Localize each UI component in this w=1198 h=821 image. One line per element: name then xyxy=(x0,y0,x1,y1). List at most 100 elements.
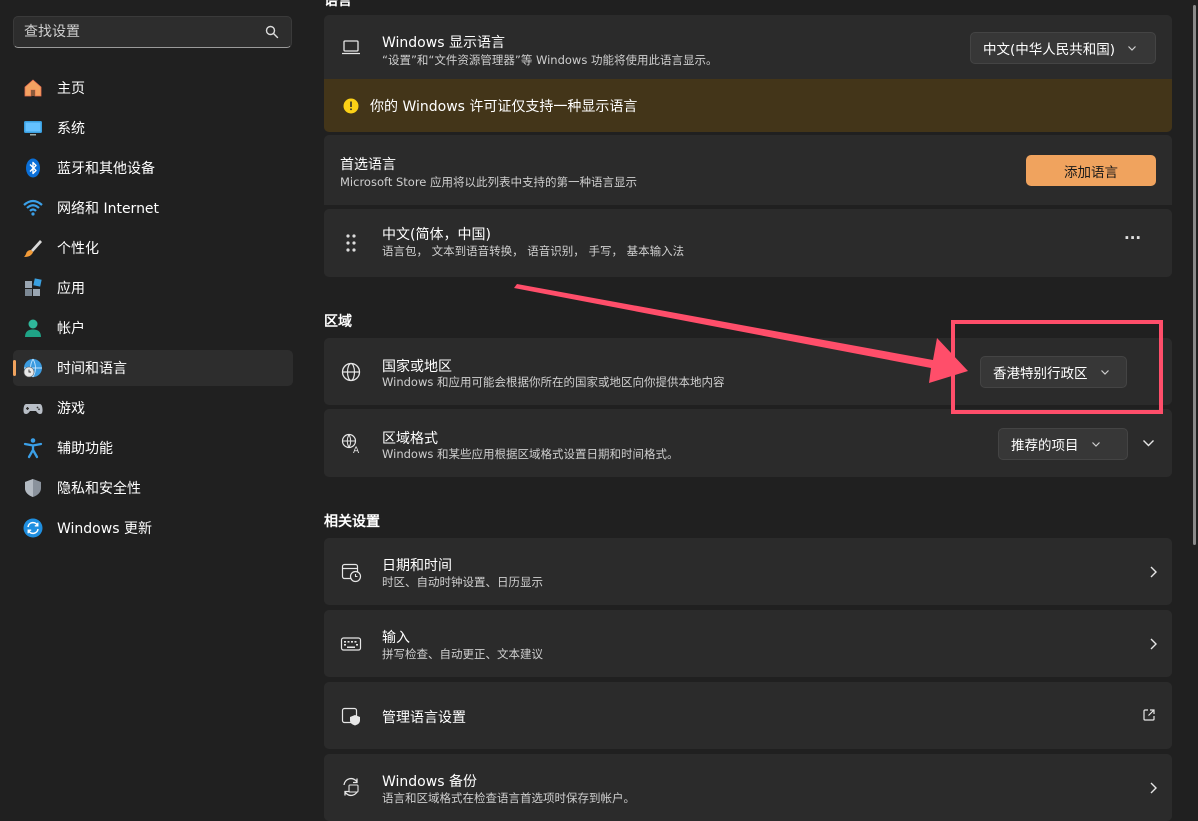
sidebar-item-label: 网络和 Internet xyxy=(57,201,160,217)
sidebar-item-windows-update[interactable]: Windows 更新 xyxy=(13,510,293,546)
country-region-value: 香港特别行政区 xyxy=(993,366,1088,382)
expand-chevron-icon[interactable] xyxy=(1142,438,1155,448)
svg-text:A: A xyxy=(353,446,360,454)
warning-icon xyxy=(340,95,362,117)
section-title-language: 语言 xyxy=(324,0,352,9)
backup-sync-icon xyxy=(340,776,362,798)
country-region-title: 国家或地区 xyxy=(382,359,452,375)
laptop-icon xyxy=(340,36,362,58)
search-input[interactable] xyxy=(14,17,264,47)
license-notice-banner: 你的 Windows 许可证仅支持一种显示语言 xyxy=(324,79,1172,132)
globe-clock-icon xyxy=(22,357,44,379)
apps-icon xyxy=(22,277,44,299)
regional-format-title: 区域格式 xyxy=(382,431,438,447)
external-link-icon xyxy=(1143,709,1155,721)
country-region-card: 国家或地区 Windows 和应用可能会根据你所在的国家或地区向你提供本地内容 … xyxy=(324,338,1172,405)
related-windows-backup[interactable]: Windows 备份 语言和区域格式在检查语言首选项时保存到帐户。 xyxy=(324,754,1172,821)
drag-handle-icon[interactable] xyxy=(340,232,362,254)
country-region-dropdown[interactable]: 香港特别行政区 xyxy=(980,356,1127,388)
sidebar-item-time-language[interactable]: 时间和语言 xyxy=(13,350,293,386)
related-date-time[interactable]: 日期和时间 时区、自动时钟设置、日历显示 xyxy=(324,538,1172,605)
related-item-desc: 拼写检查、自动更正、文本建议 xyxy=(382,647,543,661)
chevron-right-icon xyxy=(1150,566,1157,578)
monitor-icon xyxy=(22,117,44,139)
regional-format-dropdown[interactable]: 推荐的项目 xyxy=(998,428,1128,460)
sidebar-item-label: 应用 xyxy=(57,281,85,297)
search-box[interactable] xyxy=(13,16,292,48)
person-icon xyxy=(22,317,44,339)
chevron-down-icon xyxy=(1091,442,1100,447)
sidebar-item-label: 辅助功能 xyxy=(57,441,113,457)
license-notice-text: 你的 Windows 许可证仅支持一种显示语言 xyxy=(370,99,638,115)
nav-list: 主页 系统 蓝牙和其他设备 网络和 Internet 个性化 应用 帐户 时间和… xyxy=(13,70,293,550)
sidebar-item-network[interactable]: 网络和 Internet xyxy=(13,190,293,226)
add-language-label: 添加语言 xyxy=(1064,164,1118,181)
display-language-card: Windows 显示语言 “设置”和“文件资源管理器”等 Windows 功能将… xyxy=(324,15,1172,79)
sync-icon xyxy=(22,517,44,539)
sidebar-item-label: 帐户 xyxy=(57,321,85,337)
accessibility-icon xyxy=(22,437,44,459)
sidebar-item-apps[interactable]: 应用 xyxy=(13,270,293,306)
wifi-icon xyxy=(22,197,44,219)
chevron-right-icon xyxy=(1150,638,1157,650)
shield-icon xyxy=(22,477,44,499)
installed-language-title: 中文(简体，中国) xyxy=(382,227,491,243)
gamepad-icon xyxy=(22,397,44,419)
sidebar-item-accounts[interactable]: 帐户 xyxy=(13,310,293,346)
sidebar-item-accessibility[interactable]: 辅助功能 xyxy=(13,430,293,466)
home-icon xyxy=(22,77,44,99)
sidebar-item-home[interactable]: 主页 xyxy=(13,70,293,106)
related-item-title: 管理语言设置 xyxy=(382,710,466,726)
sidebar-item-label: 主页 xyxy=(57,81,85,97)
chevron-down-icon xyxy=(1128,46,1136,51)
bluetooth-icon xyxy=(22,157,44,179)
sidebar-item-gaming[interactable]: 游戏 xyxy=(13,390,293,426)
scrollbar-thumb[interactable] xyxy=(1193,5,1196,545)
more-options-button[interactable]: ··· xyxy=(1124,229,1141,247)
related-input[interactable]: 输入 拼写检查、自动更正、文本建议 xyxy=(324,610,1172,677)
sidebar-item-label: 时间和语言 xyxy=(57,361,127,377)
regional-format-desc: Windows 和某些应用根据区域格式设置日期和时间格式。 xyxy=(382,447,679,461)
sidebar-item-label: Windows 更新 xyxy=(57,521,152,537)
regional-format-value: 推荐的项目 xyxy=(1011,438,1079,454)
display-language-value: 中文(中华人民共和国) xyxy=(983,42,1116,58)
related-item-desc: 语言和区域格式在检查语言首选项时保存到帐户。 xyxy=(382,791,635,805)
sidebar-item-system[interactable]: 系统 xyxy=(13,110,293,146)
installed-language-desc: 语言包， 文本到语音转换， 语音识别， 手写， 基本输入法 xyxy=(382,244,685,258)
display-language-desc: “设置”和“文件资源管理器”等 Windows 功能将使用此语言显示。 xyxy=(382,53,718,67)
display-language-title: Windows 显示语言 xyxy=(382,35,505,51)
section-title-related: 相关设置 xyxy=(324,514,380,530)
preferred-language-title: 首选语言 xyxy=(340,157,396,173)
installed-language-row[interactable]: 中文(简体，中国) 语言包， 文本到语音转换， 语音识别， 手写， 基本输入法 … xyxy=(324,209,1172,277)
preferred-language-desc: Microsoft Store 应用将以此列表中支持的第一种语言显示 xyxy=(340,175,638,189)
related-item-title: 输入 xyxy=(382,630,410,646)
related-item-title: 日期和时间 xyxy=(382,558,452,574)
related-item-title: Windows 备份 xyxy=(382,774,477,790)
chevron-right-icon xyxy=(1150,782,1157,794)
sidebar-item-bluetooth[interactable]: 蓝牙和其他设备 xyxy=(13,150,293,186)
keyboard-icon xyxy=(340,633,362,655)
chevron-down-icon xyxy=(1100,370,1109,375)
country-region-desc: Windows 和应用可能会根据你所在的国家或地区向你提供本地内容 xyxy=(382,375,725,389)
related-item-desc: 时区、自动时钟设置、日历显示 xyxy=(382,575,543,589)
globe-icon xyxy=(340,361,362,383)
calendar-clock-icon xyxy=(340,561,362,583)
region-format-icon: A xyxy=(340,432,362,454)
sidebar-item-privacy[interactable]: 隐私和安全性 xyxy=(13,470,293,506)
sidebar-item-label: 隐私和安全性 xyxy=(57,481,141,497)
regional-format-card: A 区域格式 Windows 和某些应用根据区域格式设置日期和时间格式。 推荐的… xyxy=(324,409,1172,477)
brush-icon xyxy=(22,237,44,259)
sidebar-item-label: 蓝牙和其他设备 xyxy=(57,161,155,177)
sidebar-item-label: 游戏 xyxy=(57,401,85,417)
section-title-region: 区域 xyxy=(324,314,352,330)
sidebar-item-label: 系统 xyxy=(57,121,85,137)
display-language-dropdown[interactable]: 中文(中华人民共和国) xyxy=(970,32,1156,64)
preferred-language-card: 首选语言 Microsoft Store 应用将以此列表中支持的第一种语言显示 … xyxy=(324,135,1172,205)
sidebar-item-label: 个性化 xyxy=(57,241,99,257)
search-icon[interactable] xyxy=(265,25,279,39)
admin-shield-icon xyxy=(340,705,362,727)
add-language-button[interactable]: 添加语言 xyxy=(1026,155,1156,186)
related-admin-language[interactable]: 管理语言设置 xyxy=(324,682,1172,749)
sidebar: 主页 系统 蓝牙和其他设备 网络和 Internet 个性化 xyxy=(0,0,310,807)
sidebar-item-personalization[interactable]: 个性化 xyxy=(13,230,293,266)
